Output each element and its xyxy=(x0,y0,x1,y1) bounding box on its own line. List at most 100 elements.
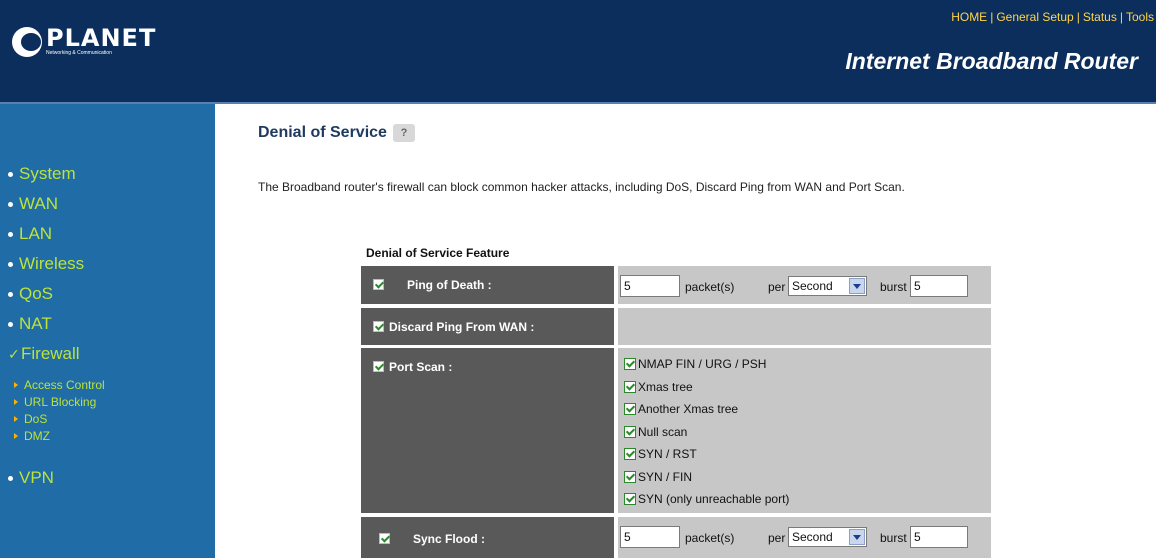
arrow-right-icon xyxy=(14,399,18,405)
port-scan-option[interactable]: SYN / RST xyxy=(624,447,697,461)
checkbox[interactable] xyxy=(624,381,636,393)
port-scan-label: Port Scan : xyxy=(389,360,453,374)
help-icon[interactable]: ? xyxy=(392,124,415,142)
bullet-icon xyxy=(8,171,13,177)
top-nav: HOME | General Setup | Status | Tools xyxy=(951,10,1154,24)
sidebar-subitem-dmz[interactable]: DMZ xyxy=(14,429,50,443)
sync-flood-burst-input[interactable]: 5 xyxy=(910,526,968,548)
sidebar-item-label: VPN xyxy=(19,468,54,487)
select-value: Second xyxy=(792,279,833,293)
sidebar-subitem-url-blocking[interactable]: URL Blocking xyxy=(14,395,96,409)
select-value: Second xyxy=(792,530,833,544)
ping-of-death-label-cell: Ping of Death : xyxy=(361,266,614,304)
nav-separator: | xyxy=(1119,10,1123,24)
sidebar: System WAN LAN Wireless QoS NAT ✓ Firewal… xyxy=(0,104,215,558)
sidebar-item-wan[interactable]: WAN xyxy=(8,194,58,214)
sidebar-item-label: NAT xyxy=(19,314,52,333)
chevron-down-icon xyxy=(849,278,865,294)
page-title: Denial of Service ? xyxy=(258,124,415,142)
arrow-right-icon xyxy=(14,382,18,388)
nav-status-link[interactable]: Status xyxy=(1083,10,1117,24)
checkbox[interactable] xyxy=(624,426,636,438)
checkbox[interactable] xyxy=(624,448,636,460)
bullet-icon xyxy=(8,291,13,297)
ping-of-death-burst-input[interactable]: 5 xyxy=(910,275,968,297)
port-scan-checkbox[interactable] xyxy=(373,361,384,372)
burst-label: burst xyxy=(880,531,907,545)
sidebar-item-nat[interactable]: NAT xyxy=(8,314,52,334)
arrow-right-icon xyxy=(14,416,18,422)
product-title: Internet Broadband Router xyxy=(845,48,1138,74)
bullet-icon xyxy=(8,261,13,267)
nav-separator: | xyxy=(990,10,994,24)
checkbox[interactable] xyxy=(624,493,636,505)
sidebar-item-label: LAN xyxy=(19,224,53,243)
sidebar-item-wireless[interactable]: Wireless xyxy=(8,254,84,274)
sidebar-subitem-dos[interactable]: DoS xyxy=(14,412,47,426)
nav-home-link[interactable]: HOME xyxy=(951,10,987,24)
port-scan-option[interactable]: Xmas tree xyxy=(624,380,693,394)
sidebar-subitem-label: URL Blocking xyxy=(24,395,97,409)
nav-tools-link[interactable]: Tools xyxy=(1126,10,1154,24)
ping-of-death-packets-input[interactable]: 5 xyxy=(620,275,680,297)
port-scan-label-cell: Port Scan : xyxy=(361,348,614,513)
ping-of-death-value-cell: 5 packet(s) per Second burst 5 xyxy=(618,266,991,304)
port-scan-option[interactable]: Another Xmas tree xyxy=(624,402,738,416)
sidebar-item-lan[interactable]: LAN xyxy=(8,224,52,244)
ping-of-death-period-select[interactable]: Second xyxy=(788,276,867,296)
per-label: per xyxy=(768,280,786,294)
port-scan-option-label: SYN / FIN xyxy=(638,470,693,484)
bullet-icon xyxy=(8,201,13,207)
burst-label: burst xyxy=(880,280,907,294)
sidebar-item-label: QoS xyxy=(19,284,54,303)
bullet-icon xyxy=(8,231,13,237)
sync-flood-packets-input[interactable]: 5 xyxy=(620,526,680,548)
checkbox[interactable] xyxy=(624,403,636,415)
nav-general-setup-link[interactable]: General Setup xyxy=(996,10,1073,24)
port-scan-option-label: Another Xmas tree xyxy=(638,402,739,416)
brand-tagline: Networking & Communication xyxy=(46,50,112,56)
port-scan-option[interactable]: SYN (only unreachable port) xyxy=(624,492,789,506)
discard-ping-checkbox[interactable] xyxy=(373,321,384,332)
sidebar-subitem-access-control[interactable]: Access Control xyxy=(14,378,105,392)
port-scan-option[interactable]: NMAP FIN / URG / PSH xyxy=(624,357,766,371)
header-bar: PLANET Networking & Communication HOME | G… xyxy=(0,0,1156,102)
bullet-icon xyxy=(8,321,13,327)
port-scan-option[interactable]: SYN / FIN xyxy=(624,470,692,484)
sync-flood-label: Sync Flood : xyxy=(413,532,485,546)
page-description: The Broadband router's firewall can bloc… xyxy=(258,180,905,194)
sync-flood-checkbox[interactable] xyxy=(379,533,390,544)
sync-flood-value-cell: 5 packet(s) per Second burst 5 xyxy=(618,517,991,558)
discard-ping-value-cell xyxy=(618,308,991,345)
checkbox[interactable] xyxy=(624,471,636,483)
brand-name: PLANET xyxy=(46,24,157,52)
sync-flood-period-select[interactable]: Second xyxy=(788,527,867,547)
section-title: Denial of Service Feature xyxy=(366,246,510,260)
sync-flood-label-cell: Sync Flood : xyxy=(361,517,614,558)
sidebar-subitem-label: DMZ xyxy=(24,429,50,443)
arrow-right-icon xyxy=(14,433,18,439)
packets-unit-label: packet(s) xyxy=(685,280,735,294)
sidebar-item-firewall[interactable]: ✓ Firewall xyxy=(8,344,80,364)
planet-logo-icon xyxy=(12,26,42,57)
ping-of-death-checkbox[interactable] xyxy=(373,279,384,290)
port-scan-option[interactable]: Null scan xyxy=(624,425,687,439)
page-title-text: Denial of Service xyxy=(258,124,387,141)
sidebar-subitem-label: DoS xyxy=(24,412,48,426)
chevron-down-icon xyxy=(849,529,865,545)
packets-unit-label: packet(s) xyxy=(685,531,735,545)
sidebar-item-label: Wireless xyxy=(19,254,85,273)
sidebar-item-label: WAN xyxy=(19,194,59,213)
checkbox[interactable] xyxy=(624,358,636,370)
per-label: per xyxy=(768,531,786,545)
port-scan-option-label: NMAP FIN / URG / PSH xyxy=(638,357,767,371)
sidebar-item-qos[interactable]: QoS xyxy=(8,284,53,304)
bullet-icon xyxy=(8,475,13,481)
sidebar-item-vpn[interactable]: VPN xyxy=(8,468,54,488)
port-scan-option-label: SYN / RST xyxy=(638,447,697,461)
discard-ping-label-cell: Discard Ping From WAN : xyxy=(361,308,614,345)
nav-separator: | xyxy=(1076,10,1080,24)
sidebar-item-system[interactable]: System xyxy=(8,164,76,184)
port-scan-option-label: Xmas tree xyxy=(638,380,693,394)
ping-of-death-label: Ping of Death : xyxy=(407,278,492,292)
